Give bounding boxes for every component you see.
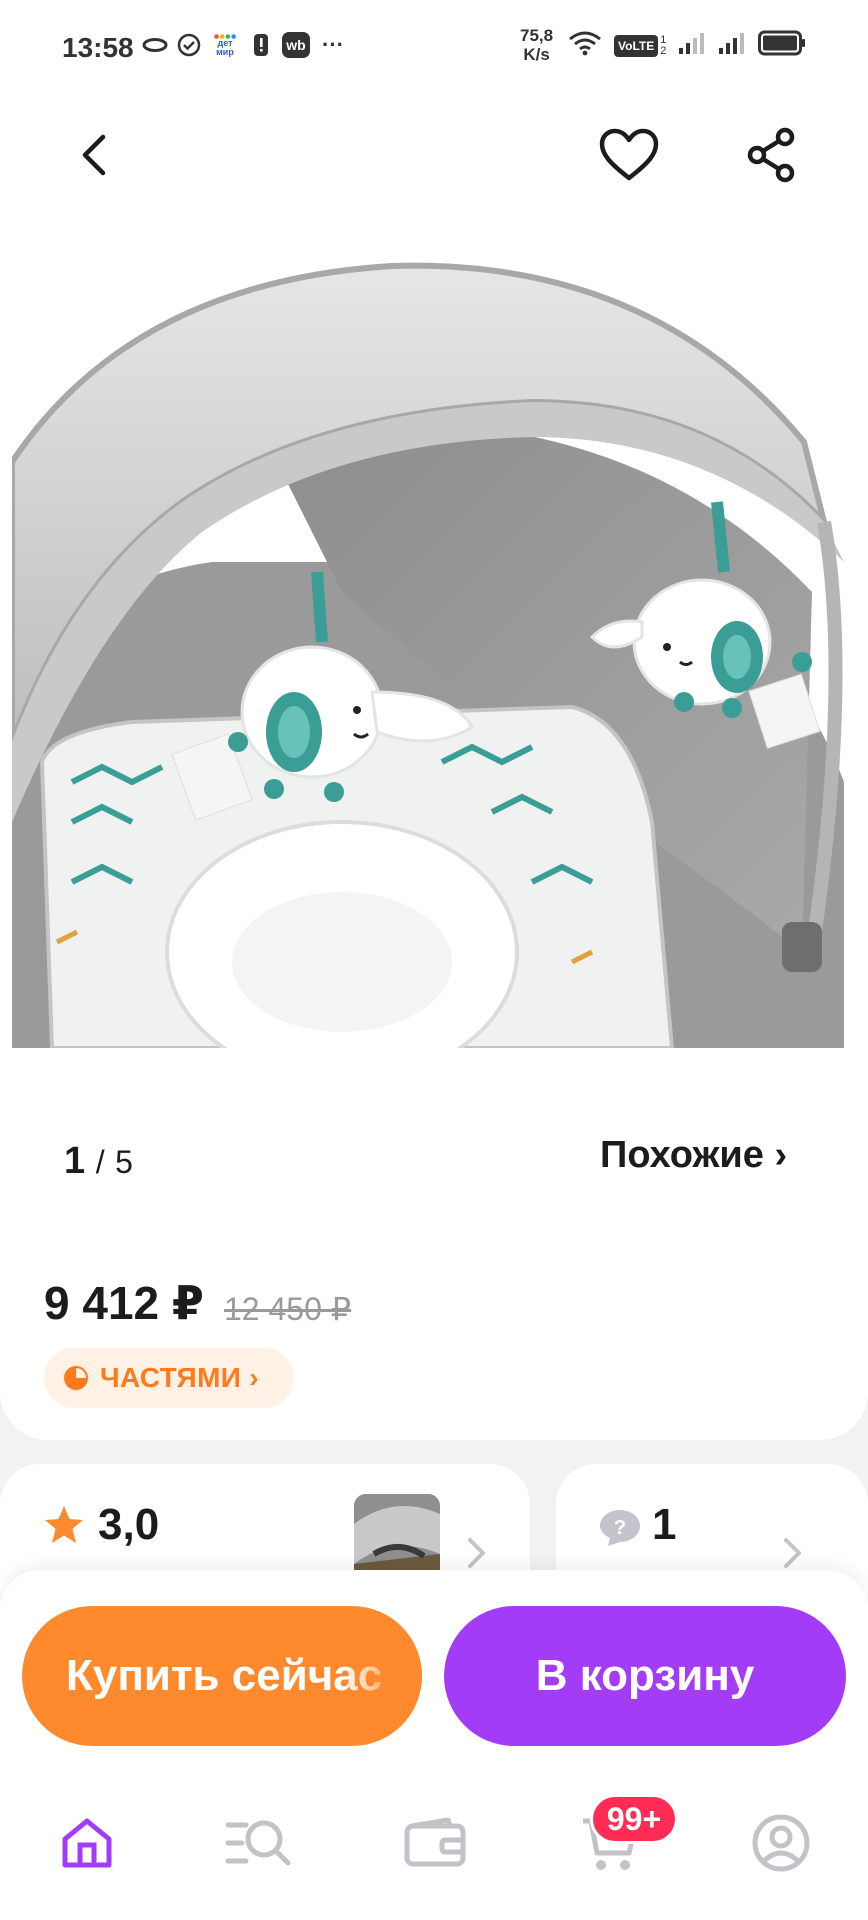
detmir-app-icon: дет мир — [210, 32, 240, 58]
installments-label: ЧАСТЯМИ › — [100, 1362, 259, 1393]
gallery-separator: / — [95, 1144, 105, 1180]
wifi-icon — [568, 30, 602, 61]
question-bubble-icon: ? — [600, 1510, 640, 1546]
add-to-cart-button[interactable]: В корзину — [444, 1606, 846, 1746]
home-icon — [62, 1818, 112, 1868]
sim-slot-icon: 12 — [660, 33, 667, 57]
tab-wallet[interactable] — [400, 1808, 470, 1878]
svg-text:?: ? — [614, 1517, 626, 1539]
gallery-current: 1 — [64, 1140, 86, 1182]
share-button[interactable] — [736, 120, 806, 190]
cart-badge: 99+ — [590, 1794, 678, 1844]
wallet-icon — [404, 1818, 466, 1867]
network-speed: 75,8 K/s — [520, 26, 553, 64]
current-price: 9 412 ₽ — [44, 1277, 204, 1329]
rating-chevron-icon — [468, 1538, 485, 1568]
status-left-icons: дет мир wb ··· — [142, 32, 344, 58]
alert-icon — [248, 32, 274, 58]
share-icon — [747, 127, 795, 183]
check-circle-icon — [176, 32, 202, 58]
favorite-button[interactable] — [594, 120, 664, 190]
tab-catalog[interactable] — [224, 1808, 294, 1878]
product-photo[interactable] — [12, 262, 844, 1048]
pie-chart-icon — [64, 1366, 88, 1390]
rating-value: 3,0 — [98, 1500, 160, 1549]
add-to-cart-label: В корзину — [535, 1651, 755, 1700]
buy-now-fade — [342, 1606, 422, 1746]
review-photo-thumbnail[interactable] — [354, 1494, 440, 1580]
more-notifications-icon: ··· — [322, 32, 344, 57]
questions-count: 1 — [652, 1500, 677, 1549]
network-speed-value: 75,8 — [520, 26, 554, 45]
gallery-counter: 1 / 5 — [64, 1140, 133, 1183]
old-price: 12 450 ₽ — [224, 1291, 352, 1327]
back-button[interactable] — [60, 120, 130, 190]
status-time: 13:58 — [62, 32, 134, 63]
detmir-logo-text: дет мир — [216, 37, 234, 57]
chevron-left-icon — [82, 134, 106, 176]
profile-icon — [752, 1814, 810, 1872]
network-speed-unit: K/s — [523, 45, 550, 64]
buy-now-label: Купить сейчас — [66, 1651, 383, 1700]
signal-sim2-icon — [718, 31, 746, 60]
catalog-search-icon — [225, 1820, 291, 1866]
tab-home[interactable] — [52, 1808, 122, 1878]
ring-icon — [142, 32, 168, 58]
heart-icon — [599, 128, 659, 181]
battery-icon — [758, 30, 806, 61]
gallery-total: 5 — [115, 1144, 133, 1180]
signal-sim1-icon — [678, 31, 706, 60]
star-icon — [45, 1506, 83, 1543]
tab-profile[interactable] — [746, 1808, 816, 1878]
wb-logo-text: wb — [286, 37, 306, 53]
status-right-icons: VoLTE 12 — [568, 30, 806, 61]
similar-link[interactable]: Похожие › — [600, 1134, 787, 1177]
wb-app-icon: wb — [282, 32, 310, 58]
questions-chevron-icon — [784, 1538, 801, 1568]
status-bar: 13:58 дет мир wb ··· 75,8 K/s VoLTE 1 2 — [0, 0, 868, 100]
installments-button[interactable]: ЧАСТЯМИ › — [44, 1348, 294, 1408]
volte-label: VoLTE — [614, 34, 659, 57]
top-navigation — [0, 100, 868, 210]
volte-icon: VoLTE 12 — [614, 33, 667, 57]
buy-now-button[interactable]: Купить сейчас — [22, 1606, 422, 1746]
product-page: 13:58 дет мир wb ··· 75,8 K/s VoLTE 1 2 … — [0, 0, 868, 1920]
